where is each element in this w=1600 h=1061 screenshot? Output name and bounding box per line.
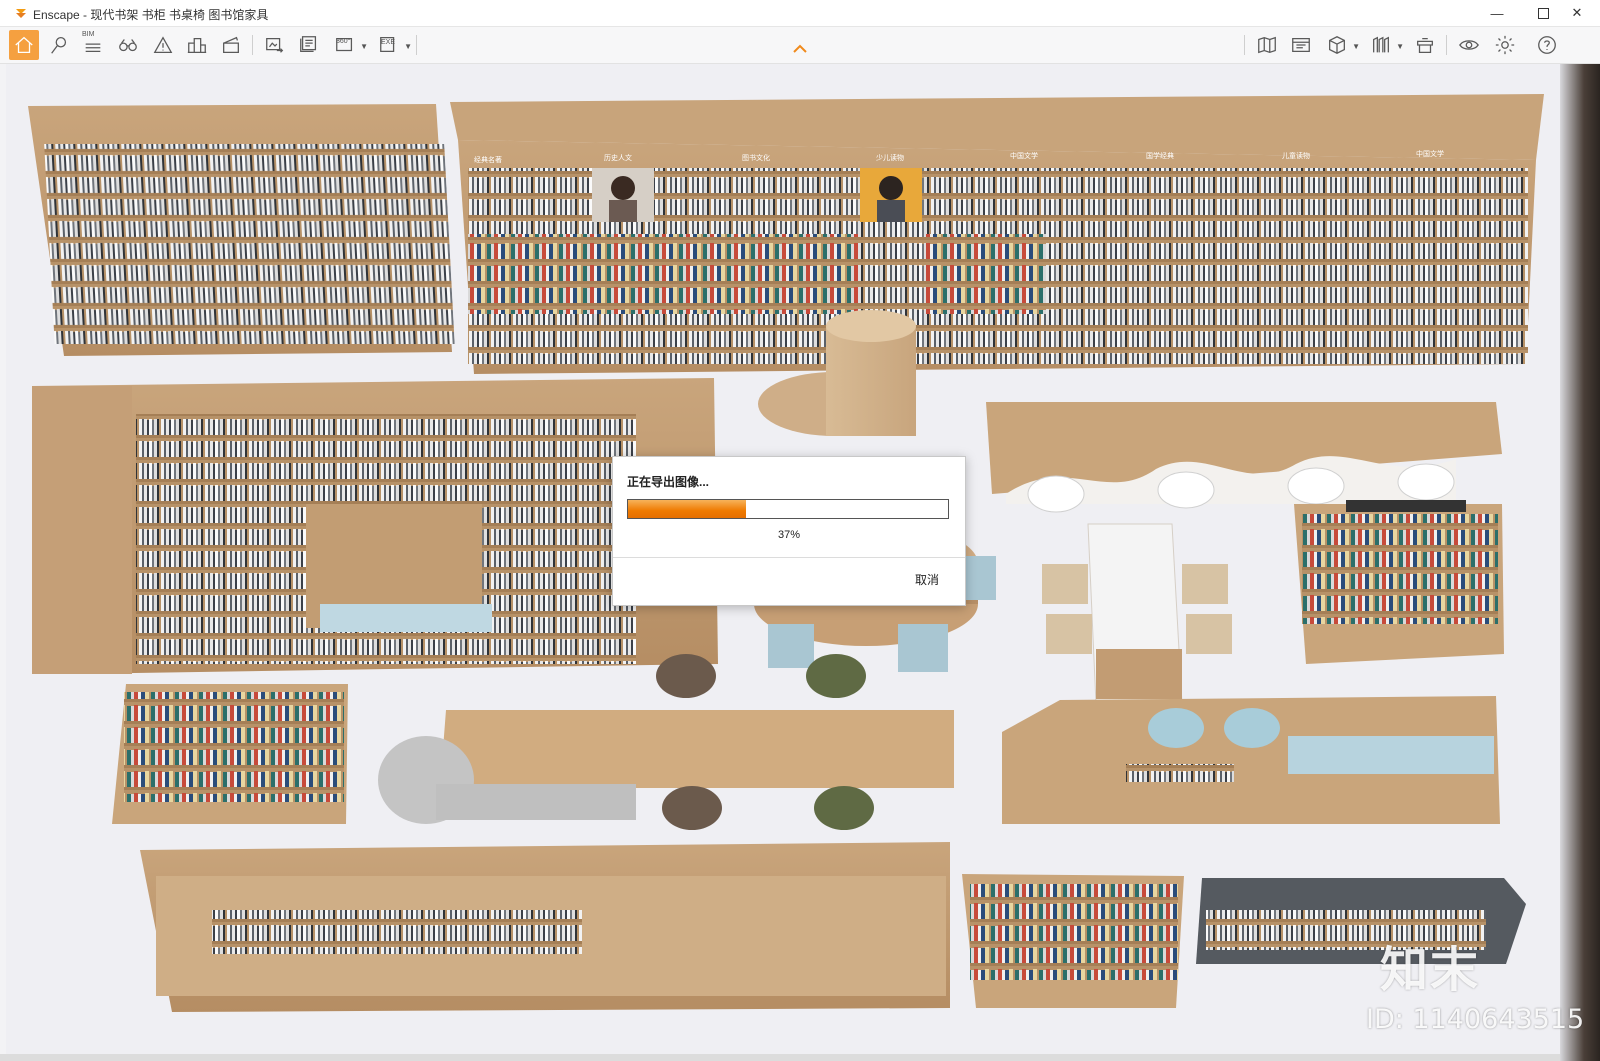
progress-bar (627, 499, 949, 519)
help-icon (1538, 36, 1556, 54)
render-viewport[interactable]: 经典名著 历史人文 图书文化 少儿读物 中国文学 国学经典 儿童读物 中国文学 (6, 64, 1560, 1054)
close-icon: ✕ (1571, 5, 1583, 20)
bim-label: BIM (82, 31, 95, 38)
toolbar-separator (1244, 35, 1245, 55)
progress-percentage: 37% (777, 529, 801, 541)
asset-library-button[interactable] (1410, 30, 1440, 60)
batch-export-button[interactable] (294, 30, 324, 60)
chevron-down-icon: ▼ (1396, 42, 1404, 51)
chevron-down-icon: ▼ (404, 42, 412, 51)
display-table-left (112, 684, 348, 824)
window-bottom-edge (0, 1054, 1560, 1061)
minimize-icon: — (1490, 5, 1504, 21)
visibility-icon (1459, 40, 1479, 50)
warning-icon (153, 36, 173, 53)
clapperboard-icon (223, 36, 239, 53)
maximize-icon (1537, 7, 1549, 19)
bookcase-top-wall: 经典名著 历史人文 图书文化 少儿读物 中国文学 国学经典 儿童读物 中国文学 (450, 94, 1544, 374)
map-icon (1258, 36, 1276, 54)
shelf-sign: 历史人文 (604, 153, 632, 162)
bookcase-top-left (28, 104, 455, 356)
magazine-display-stand-right (1294, 500, 1504, 664)
home-button[interactable] (9, 30, 39, 60)
minimize-button[interactable]: — (1474, 0, 1520, 26)
screenshot-export-icon (266, 37, 284, 53)
video-editor-button[interactable] (1286, 30, 1316, 60)
panorama-button[interactable]: 360° ▼ (330, 30, 368, 60)
toolbar-separator (1446, 35, 1447, 55)
cafe-counter (986, 402, 1502, 513)
progress-bar-fill (628, 500, 747, 518)
exe-label: EXE (381, 39, 396, 46)
help-button[interactable] (1532, 30, 1562, 60)
home-icon (15, 36, 33, 53)
shelf-sign: 图书文化 (742, 153, 770, 162)
background-desktop-edge (1560, 64, 1600, 1061)
settings-icon (1495, 35, 1515, 55)
settings-button[interactable] (1490, 30, 1520, 60)
shelf-sign: 中国文学 (1416, 149, 1444, 158)
visibility-button[interactable] (1454, 30, 1484, 60)
shelf-sign: 中国文学 (1010, 151, 1038, 160)
bookcase-bottom (140, 842, 950, 1012)
material-button[interactable]: ▼ (1366, 30, 1404, 60)
buildings-button[interactable] (182, 30, 212, 60)
location-button[interactable] (44, 30, 74, 60)
enscape-logo-icon (16, 9, 26, 18)
watermark-id: ID: 1140643515 (1366, 1004, 1585, 1035)
shelf-sign: 经典名著 (474, 155, 502, 164)
asset-library-icon (1417, 37, 1433, 53)
binoculars-icon (119, 39, 137, 52)
buildings-icon (187, 37, 207, 53)
cancel-button[interactable]: 取消 (915, 571, 939, 588)
toolbar-separator (416, 35, 417, 55)
location-pin-icon (51, 37, 67, 54)
panorama-label: 360° (336, 38, 351, 45)
magazine-rack-bottom (962, 874, 1184, 1008)
chevron-down-icon: ▼ (360, 42, 368, 51)
shelf-sign: 儿童读物 (1282, 151, 1310, 160)
cube-button[interactable]: ▼ (1322, 30, 1360, 60)
exe-export-button[interactable]: EXE ▼ (374, 30, 412, 60)
warning-button[interactable] (148, 30, 178, 60)
video-editor-icon (1292, 37, 1310, 53)
cube-icon (1329, 36, 1345, 54)
chevron-down-icon: ▼ (1352, 42, 1360, 51)
title-bar: Enscape - 现代书架 书柜 书桌椅 图书馆家具 — ✕ (0, 0, 1600, 27)
collapse-toolbar-chevron-up-icon[interactable] (792, 44, 808, 54)
export-progress-dialog: 正在导出图像... 37% 取消 (612, 456, 966, 606)
screenshot-export-button[interactable] (260, 30, 290, 60)
batch-export-icon (300, 36, 317, 53)
enscape-window: Enscape - 现代书架 书柜 书桌椅 图书馆家具 — ✕ BIM 360°… (0, 0, 1600, 1061)
material-icon (1373, 36, 1389, 53)
map-button[interactable] (1252, 30, 1282, 60)
bim-button[interactable]: BIM (78, 30, 108, 60)
window-title: Enscape - 现代书架 书柜 书桌椅 图书馆家具 (33, 8, 269, 22)
video-button[interactable] (216, 30, 246, 60)
dialog-title: 正在导出图像... (627, 475, 710, 489)
toolbar-separator (252, 35, 253, 55)
dialog-divider (613, 557, 965, 558)
shelf-sign: 国学经典 (1146, 151, 1174, 160)
close-button[interactable]: ✕ (1554, 0, 1600, 26)
binoculars-button[interactable] (113, 30, 143, 60)
service-counter (1002, 696, 1500, 824)
shelf-sign: 少儿读物 (876, 153, 904, 162)
watermark-logo: 知末 (1380, 942, 1481, 998)
